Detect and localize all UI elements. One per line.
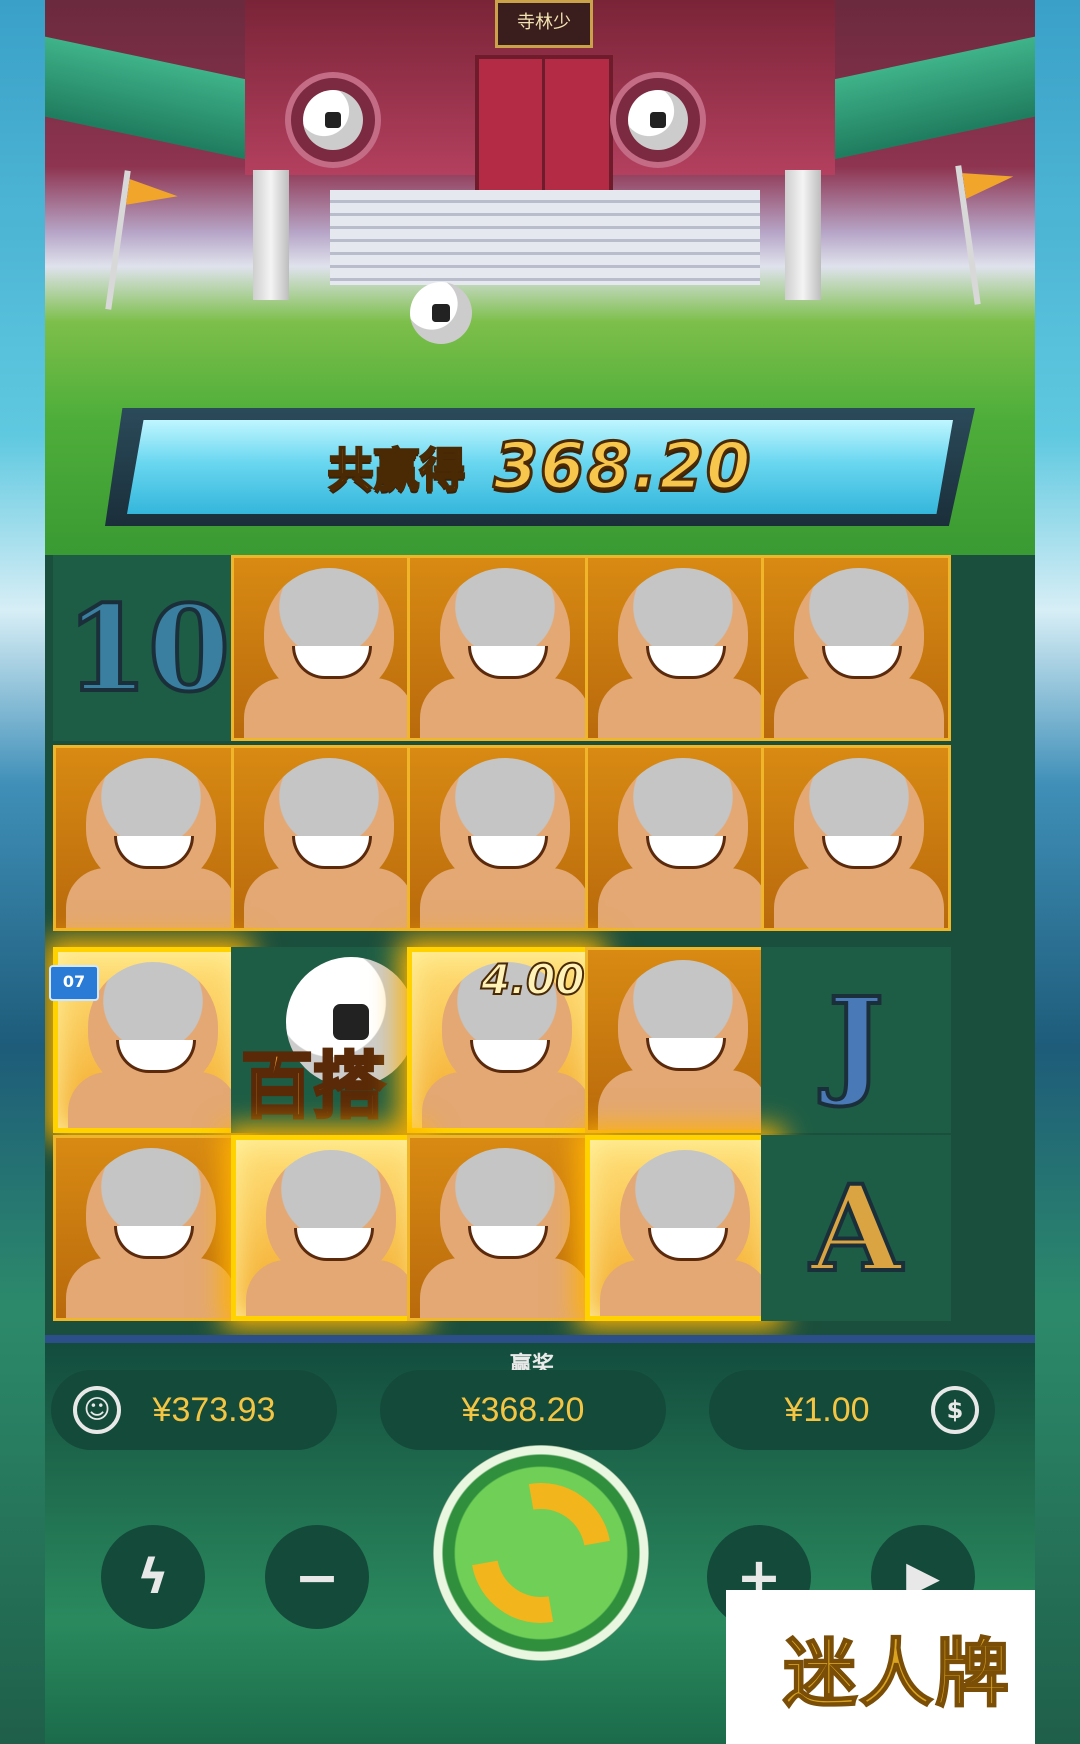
left-backdrop — [0, 0, 45, 1744]
user-menu-icon[interactable]: ☺ — [73, 1386, 121, 1434]
round-window-left — [285, 72, 381, 168]
symbol-monk — [585, 947, 775, 1133]
monk-head-icon — [266, 1150, 396, 1280]
symbol-monk — [761, 745, 951, 931]
dollar-coin-icon[interactable]: $ — [931, 1386, 979, 1434]
symbol-monk-winning — [585, 1135, 775, 1321]
total-win-label: 共赢得 — [327, 442, 467, 498]
right-backdrop — [1035, 0, 1080, 1744]
soccer-ball-icon — [303, 90, 363, 150]
wild-label: 百搭 — [239, 1043, 386, 1130]
flag-right — [955, 165, 981, 305]
lightning-off-icon: ϟ — [137, 1549, 169, 1605]
symbol-wild: 百搭 — [231, 947, 421, 1133]
symbol-monk — [585, 555, 775, 741]
symbol-monk — [53, 1135, 243, 1321]
pillar-left — [253, 170, 289, 300]
monk-head-icon — [618, 568, 748, 698]
spin-arrows-icon — [443, 1455, 639, 1651]
watermark-logo: 迷人牌 — [726, 1590, 1035, 1744]
symbol-monk — [407, 745, 597, 931]
multiplier-label: 4.00 — [480, 954, 586, 1005]
monk-head-icon — [794, 568, 924, 698]
decrease-bet-button[interactable]: − — [265, 1525, 369, 1629]
symbol-monk-winning — [231, 1135, 421, 1321]
monk-head-icon — [440, 1148, 570, 1278]
temple-steps — [330, 190, 760, 285]
bet-pill: ¥1.00 $ — [709, 1370, 995, 1450]
monk-head-icon — [264, 758, 394, 888]
symbol-monk — [231, 555, 421, 741]
symbol-monk — [407, 1135, 597, 1321]
symbol-monk — [761, 555, 951, 741]
symbol-letter-text: A — [808, 1157, 904, 1300]
symbol-letter-text: 10 — [64, 577, 232, 720]
game-area: 寺林少 共赢得 368.20 10 百搭 J A 07 4.00 ☺ ¥373.93 … — [45, 0, 1035, 1744]
symbol-monk — [407, 555, 597, 741]
symbol-letter-text: J — [826, 969, 886, 1112]
win-banner-text: 共赢得 368.20 — [127, 420, 953, 514]
monk-head-icon — [794, 758, 924, 888]
monk-head-icon — [618, 758, 748, 888]
monk-head-icon — [86, 758, 216, 888]
monk-head-icon — [620, 1150, 750, 1280]
win-value: ¥368.20 — [461, 1390, 585, 1429]
turbo-button[interactable]: ϟ — [101, 1525, 205, 1629]
monk-head-icon — [440, 568, 570, 698]
symbol-letter-10: 10 — [53, 555, 243, 741]
monk-head-icon — [618, 960, 748, 1090]
minus-icon: − — [294, 1545, 340, 1609]
flag-left — [105, 170, 131, 310]
symbol-monk — [585, 745, 775, 931]
temple-door — [475, 55, 613, 203]
balance-pill: ☺ ¥373.93 — [51, 1370, 337, 1450]
monk-head-icon — [440, 758, 570, 888]
collect-badge: 07 — [49, 965, 99, 1001]
panel-divider — [45, 1335, 1035, 1343]
win-pill: ¥368.20 — [380, 1370, 666, 1450]
symbol-monk — [53, 745, 243, 931]
pillar-right — [785, 170, 821, 300]
soccer-ball-icon — [410, 282, 472, 344]
spin-button[interactable] — [433, 1445, 649, 1661]
monk-head-icon — [88, 962, 218, 1092]
round-window-right — [610, 72, 706, 168]
symbol-letter-a: A — [761, 1135, 951, 1321]
reel-grid: 10 百搭 J A — [45, 555, 1035, 1335]
watermark-text: 迷人牌 — [782, 1630, 1011, 1718]
soccer-ball-icon — [628, 90, 688, 150]
symbol-monk — [231, 745, 421, 931]
monk-head-icon — [86, 1148, 216, 1278]
temple-plaque: 寺林少 — [495, 0, 593, 48]
monk-head-icon — [264, 568, 394, 698]
total-win-value: 368.20 — [492, 429, 753, 506]
reel-area: 10 百搭 J A 07 4.00 — [45, 555, 1035, 1335]
symbol-letter-j: J — [761, 947, 951, 1133]
